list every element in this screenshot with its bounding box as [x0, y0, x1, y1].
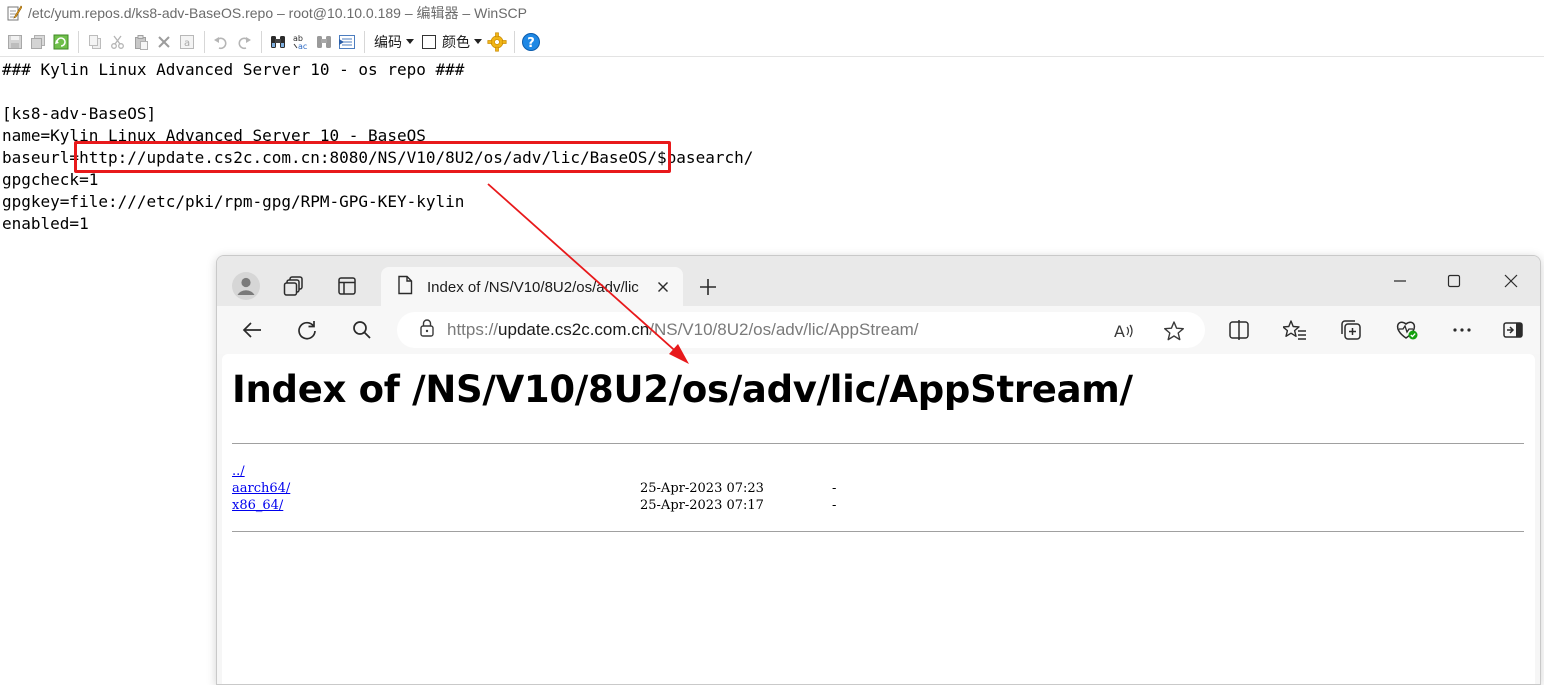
encoding-label: 编码	[374, 34, 402, 51]
favorites-icon[interactable]	[1278, 314, 1312, 346]
toolbar-separator	[514, 30, 515, 53]
color-label: 颜色	[442, 34, 470, 51]
workspaces-icon[interactable]	[277, 269, 311, 303]
browser-navbar: https://update.cs2c.com.cn/NS/V10/8U2/os…	[217, 306, 1540, 354]
search-icon[interactable]	[345, 314, 379, 346]
reload-icon[interactable]	[50, 31, 72, 53]
browser-essentials-icon[interactable]	[1390, 314, 1424, 346]
more-options-icon[interactable]	[1445, 314, 1479, 346]
lock-icon[interactable]	[419, 318, 435, 342]
toolbar-separator	[78, 30, 79, 53]
url-host: update.cs2c.com.cn	[498, 320, 650, 339]
paste-icon[interactable]	[130, 31, 152, 53]
save-all-icon[interactable]	[27, 31, 49, 53]
notepad-icon	[6, 5, 23, 21]
close-window-icon[interactable]	[1488, 266, 1534, 296]
url-scheme: https://	[447, 320, 499, 339]
code-line: ### Kylin Linux Advanced Server 10 - os …	[2, 60, 465, 79]
editor-titlebar: /etc/yum.repos.d/ks8-adv-BaseOS.repo – r…	[0, 0, 1544, 26]
read-aloud-icon[interactable]: A	[1111, 318, 1137, 344]
list-item: x86_64/ 25-Apr-2023 07:17 -	[232, 497, 1132, 514]
undo-icon[interactable]	[210, 31, 232, 53]
entry-link[interactable]: aarch64/	[232, 480, 290, 497]
chevron-down-icon	[406, 39, 414, 44]
toolbar-separator	[204, 30, 205, 53]
toolbar-separator	[261, 30, 262, 53]
svg-text:a: a	[184, 38, 190, 49]
gear-icon[interactable]	[486, 31, 508, 53]
web-page: Index of /NS/V10/8U2/os/adv/lic/AppStrea…	[222, 354, 1535, 684]
split-screen-icon[interactable]	[1222, 314, 1256, 346]
toolbar-separator	[364, 30, 365, 53]
redo-icon[interactable]	[233, 31, 255, 53]
sidebar-toggle-icon[interactable]	[1496, 314, 1530, 346]
maximize-icon[interactable]	[1431, 266, 1477, 296]
tab-title: Index of /NS/V10/8U2/os/adv/lic	[427, 278, 639, 296]
entry-date: 25-Apr-2023 07:23	[640, 481, 764, 496]
code-line: [ks8-adv-BaseOS]	[2, 104, 157, 123]
entry-size: -	[832, 481, 837, 496]
svg-text:ac: ac	[298, 42, 307, 51]
back-arrow-icon[interactable]	[235, 314, 269, 346]
replace-icon[interactable]: ab ac	[290, 31, 312, 53]
url-text[interactable]: https://update.cs2c.com.cn/NS/V10/8U2/os…	[447, 320, 919, 340]
collections-icon[interactable]	[1334, 314, 1368, 346]
code-line: gpgkey=file:///etc/pki/rpm-gpg/RPM-GPG-K…	[2, 192, 465, 211]
find-next-icon[interactable]	[313, 31, 335, 53]
browser-window: Index of /NS/V10/8U2/os/adv/lic https://…	[216, 255, 1541, 685]
list-item: aarch64/ 25-Apr-2023 07:23 -	[232, 480, 1132, 497]
favorite-star-icon[interactable]	[1161, 318, 1187, 344]
directory-listing: ../ aarch64/ 25-Apr-2023 07:23 - x86_64/…	[232, 463, 1132, 514]
page-title: Index of /NS/V10/8U2/os/adv/lic/AppStrea…	[232, 368, 1133, 411]
color-menu[interactable]: 颜色	[422, 32, 482, 52]
divider	[232, 443, 1524, 444]
color-checkbox[interactable]	[422, 34, 436, 49]
chevron-down-icon	[474, 39, 482, 44]
svg-text:?: ?	[527, 36, 535, 51]
delete-icon[interactable]	[153, 31, 175, 53]
encoding-menu[interactable]: 编码	[374, 32, 414, 52]
svg-text:A: A	[1114, 322, 1125, 341]
browser-tabstrip: Index of /NS/V10/8U2/os/adv/lic	[217, 256, 1540, 307]
goto-line-icon[interactable]	[336, 31, 358, 53]
tab-actions-icon[interactable]	[330, 269, 364, 303]
close-icon[interactable]	[655, 279, 671, 295]
cut-icon[interactable]	[107, 31, 129, 53]
select-all-icon[interactable]: a	[176, 31, 198, 53]
profile-icon[interactable]	[229, 269, 263, 303]
baseurl-highlight-box	[74, 141, 671, 173]
minimize-icon[interactable]	[1377, 266, 1423, 296]
save-icon[interactable]	[4, 31, 26, 53]
refresh-icon[interactable]	[290, 314, 324, 346]
editor-title: /etc/yum.repos.d/ks8-adv-BaseOS.repo – r…	[28, 5, 527, 21]
editor-toolbar: a ab ac 编码 颜色 ?	[0, 27, 1544, 57]
url-path: /NS/V10/8U2/os/adv/lic/AppStream/	[649, 320, 919, 339]
divider	[232, 531, 1524, 532]
entry-link[interactable]: x86_64/	[232, 497, 283, 514]
tab-index-page[interactable]: Index of /NS/V10/8U2/os/adv/lic	[381, 267, 683, 307]
entry-link[interactable]: ../	[232, 463, 245, 480]
list-item: ../	[232, 463, 1132, 480]
help-icon[interactable]: ?	[520, 31, 542, 53]
code-line: enabled=1	[2, 214, 89, 233]
entry-size: -	[832, 498, 837, 513]
new-tab-icon[interactable]	[693, 272, 723, 302]
entry-date: 25-Apr-2023 07:17	[640, 498, 764, 513]
find-icon[interactable]	[267, 31, 289, 53]
page-icon	[397, 275, 413, 299]
address-bar[interactable]: https://update.cs2c.com.cn/NS/V10/8U2/os…	[397, 312, 1205, 348]
copy-icon[interactable]	[84, 31, 106, 53]
